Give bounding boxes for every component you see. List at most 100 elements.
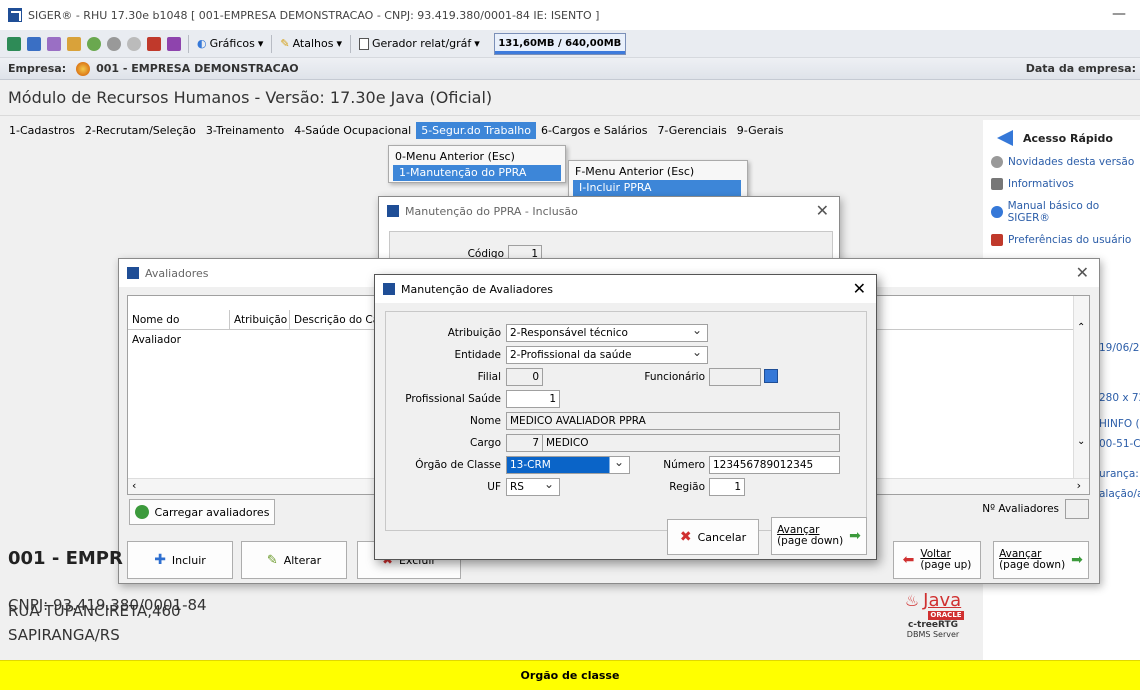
submenu-item-menu-anterior[interactable]: 0-Menu Anterior (Esc) — [389, 149, 565, 165]
quick-link-preferencias[interactable]: Preferências do usuário — [991, 234, 1140, 246]
funcionario-label: Funcionário — [644, 371, 705, 383]
vertical-scrollbar[interactable]: ⌃ ⌄ — [1073, 296, 1089, 478]
gerador-menu[interactable]: Gerador relat/gráf ▾ — [359, 37, 480, 50]
ppra-window-title: Manutenção do PPRA - Inclusão — [405, 204, 578, 218]
java-ctree-logos: ♨ Java ORACLE c-treeRTG DBMS Server — [896, 590, 970, 652]
cut-value: alação/a — [1099, 488, 1140, 500]
num-avaliadores-field — [1065, 499, 1089, 519]
funcionario-field[interactable] — [709, 368, 761, 386]
graficos-label: Gráficos — [209, 37, 255, 50]
app-icon — [383, 283, 395, 295]
app-icon — [8, 8, 22, 22]
atalhos-menu[interactable]: ✎ Atalhos ▾ — [280, 37, 342, 50]
scroll-right-icon[interactable]: › — [1077, 479, 1081, 492]
numero-label: Número — [663, 459, 705, 471]
close-icon[interactable]: ✕ — [816, 201, 829, 220]
toolbar-separator — [350, 34, 351, 53]
entidade-label: Entidade — [454, 349, 501, 361]
dbms-logo-text: DBMS Server — [906, 630, 960, 639]
numero-field[interactable]: 123456789012345 — [709, 456, 840, 474]
avaliadores-title: Avaliadores — [145, 266, 209, 280]
main-menu: 1-Cadastros 2-Recrutam/Seleção 3-Treinam… — [0, 120, 980, 140]
atribuicao-select[interactable]: 2-Responsável técnico — [506, 322, 708, 342]
data-empresa-label: Data da empresa: — [1025, 62, 1136, 75]
dialog-body: Atribuição 2-Responsável técnico Entidad… — [375, 303, 876, 559]
submenu-item-f-menu-anterior[interactable]: F-Menu Anterior (Esc) — [569, 164, 747, 180]
users-icon[interactable] — [147, 36, 161, 51]
avancar-button[interactable]: Avançar (page down) ➡ — [993, 541, 1089, 579]
company-logo-icon — [76, 61, 91, 76]
quick-link-label: Informativos — [1008, 178, 1074, 190]
submenu-item-manutencao-ppra[interactable]: 1-Manutenção do PPRA — [393, 165, 561, 181]
cargo-code-field[interactable]: 7 — [506, 434, 543, 452]
carregar-avaliadores-button[interactable]: Carregar avaliadores — [129, 499, 275, 525]
status-bar: Orgão de classe — [0, 660, 1140, 690]
document-icon — [359, 37, 369, 50]
column-nome[interactable]: Nome do Avaliador — [128, 310, 230, 346]
graficos-menu[interactable]: ◐ Gráficos ▾ — [197, 37, 263, 50]
scroll-up-icon[interactable]: ⌃ — [1077, 322, 1085, 333]
settings-icon[interactable] — [87, 36, 101, 51]
menu-item-treinamento[interactable]: 3-Treinamento — [201, 122, 289, 139]
submenu-item-incluir-ppra[interactable]: I-Incluir PPRA — [573, 180, 741, 196]
lookup-icon[interactable] — [764, 369, 778, 383]
tree-icon[interactable] — [67, 36, 81, 51]
entidade-select[interactable]: 2-Profissional da saúde — [506, 344, 708, 364]
carregar-label: Carregar avaliadores — [154, 505, 270, 519]
menu-item-gerenciais[interactable]: 7-Gerenciais — [652, 122, 731, 139]
java-cup-icon: ♨ — [904, 591, 920, 610]
cancelar-label: Cancelar — [697, 530, 747, 544]
cut-value: urança: — [1099, 468, 1139, 480]
quick-link-informativos[interactable]: Informativos — [991, 178, 1140, 190]
scroll-down-icon[interactable]: ⌄ — [1077, 436, 1085, 447]
column-atribuicao[interactable]: Atribuição — [230, 310, 290, 329]
arrow-left-icon — [997, 130, 1013, 146]
menu-item-saude[interactable]: 4-Saúde Ocupacional — [289, 122, 416, 139]
avancar-shortcut: (page down) — [999, 559, 1066, 571]
company-address: RUA TUPANCIRETA,460 — [8, 602, 181, 620]
dialog-avancar-shortcut: (page down) — [777, 535, 844, 547]
empresa-label: Empresa: — [8, 62, 67, 75]
megaphone-icon — [991, 156, 1003, 168]
quick-link-label: Preferências do usuário — [1008, 234, 1132, 246]
voltar-button[interactable]: ⬅ Voltar (page up) — [893, 541, 981, 579]
menu-item-recrutamento[interactable]: 2-Recrutam/Seleção — [80, 122, 201, 139]
back-icon[interactable] — [7, 36, 21, 51]
oracle-logo-text: ORACLE — [928, 611, 964, 620]
incluir-button[interactable]: ✚ Incluir — [127, 541, 233, 579]
menu-item-cadastros[interactable]: 1-Cadastros — [4, 122, 80, 139]
close-icon[interactable]: ✕ — [853, 279, 866, 298]
filial-field[interactable]: 0 — [506, 368, 543, 386]
cut-value: 00-51-C — [1099, 438, 1140, 450]
menu-item-cargos[interactable]: 6-Cargos e Salários — [536, 122, 652, 139]
cancelar-button[interactable]: ✖ Cancelar — [667, 519, 759, 555]
dialog-avancar-button[interactable]: Avançar (page down) ➡ — [771, 517, 867, 555]
empresa-name: 001 - EMPRESA DEMONSTRACAO — [96, 62, 299, 75]
uf-select[interactable]: RS — [506, 476, 560, 496]
quick-link-manual[interactable]: Manual básico do SIGER® — [991, 200, 1140, 224]
nome-field: MEDICO AVALIADOR PPRA — [506, 412, 840, 430]
user-icon[interactable] — [167, 36, 181, 51]
voltar-label: Voltar (page up) — [920, 549, 971, 571]
chat-icon[interactable] — [127, 36, 141, 51]
menu-item-seguranca[interactable]: 5-Segur.do Trabalho — [416, 121, 536, 139]
menu-item-gerais[interactable]: 9-Gerais — [732, 122, 789, 139]
help-icon[interactable] — [47, 36, 61, 51]
mail-icon[interactable] — [107, 36, 121, 51]
alterar-button[interactable]: ✎ Alterar — [241, 541, 347, 579]
toolbar-separator — [188, 34, 189, 53]
close-icon[interactable]: ✕ — [1076, 263, 1089, 282]
quick-access-title: Acesso Rápido — [1023, 131, 1113, 145]
scroll-left-icon[interactable]: ‹ — [132, 479, 136, 492]
dropdown-arrow-icon: ▾ — [336, 37, 342, 50]
load-icon — [134, 505, 149, 519]
minimize-button[interactable]: — — [1112, 6, 1126, 22]
regiao-field[interactable]: 1 — [709, 478, 745, 496]
orgao-classe-select[interactable]: 13-CRM — [506, 454, 630, 474]
atalhos-label: Atalhos — [292, 37, 334, 50]
quick-link-novidades[interactable]: Novidades desta versão — [991, 156, 1140, 168]
alterar-label: Alterar — [283, 553, 322, 567]
profissional-saude-field[interactable]: 1 — [506, 390, 560, 408]
save-icon[interactable] — [27, 36, 41, 51]
window-title: SIGER® - RHU 17.30e b1048 [ 001-EMPRESA … — [28, 8, 600, 22]
